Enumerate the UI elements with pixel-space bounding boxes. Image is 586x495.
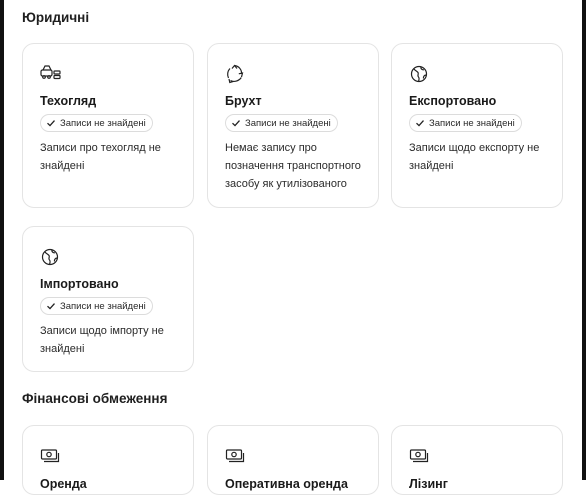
card-description: Немає запису про позначення транспортног…	[225, 142, 361, 190]
check-icon	[46, 301, 56, 311]
status-badge: Записи не знайдені	[40, 297, 153, 315]
check-icon	[231, 118, 241, 128]
card-description: Записи про техогляд не знайдені	[40, 142, 161, 172]
status-badge-label: Записи не знайдені	[60, 300, 146, 312]
card-title: Оперативна оренда	[225, 477, 348, 491]
money-icon	[40, 446, 60, 466]
card-exported: Експортовано Записи не знайдені Записи щ…	[391, 43, 563, 208]
check-icon	[46, 118, 56, 128]
status-badge-label: Записи не знайдені	[60, 117, 146, 129]
card-description: Записи щодо імпорту не знайдені	[40, 325, 164, 355]
window-frame-left	[0, 0, 4, 480]
card-description: Записи щодо експорту не знайдені	[409, 142, 540, 172]
card-title: Брухт	[225, 94, 262, 108]
card-rent: Оренда	[22, 425, 194, 495]
card-title: Лізинг	[409, 477, 448, 491]
status-badge-label: Записи не знайдені	[429, 117, 515, 129]
section-title-legal: Юридичні	[22, 10, 90, 25]
window-frame-right	[582, 0, 586, 480]
status-badge-label: Записи не знайдені	[245, 117, 331, 129]
money-icon	[225, 446, 245, 466]
card-title: Імпортовано	[40, 277, 119, 291]
card-operating-lease: Оперативна оренда	[207, 425, 379, 495]
card-imported: Імпортовано Записи не знайдені Записи що…	[22, 226, 194, 372]
car-inspection-icon	[40, 64, 61, 84]
section-title-financial: Фінансові обмеження	[22, 391, 168, 406]
card-title: Техогляд	[40, 94, 97, 108]
recycle-icon	[225, 64, 245, 84]
card-title: Оренда	[40, 477, 87, 491]
check-icon	[415, 118, 425, 128]
globe-icon	[40, 247, 60, 267]
globe-icon	[409, 64, 429, 84]
status-badge: Записи не знайдені	[409, 114, 522, 132]
money-icon	[409, 446, 429, 466]
card-scrap: Брухт Записи не знайдені Немає запису пр…	[207, 43, 379, 208]
status-badge: Записи не знайдені	[225, 114, 338, 132]
card-leasing: Лізинг	[391, 425, 563, 495]
status-badge: Записи не знайдені	[40, 114, 153, 132]
card-inspection: Техогляд Записи не знайдені Записи про т…	[22, 43, 194, 208]
card-title: Експортовано	[409, 94, 497, 108]
